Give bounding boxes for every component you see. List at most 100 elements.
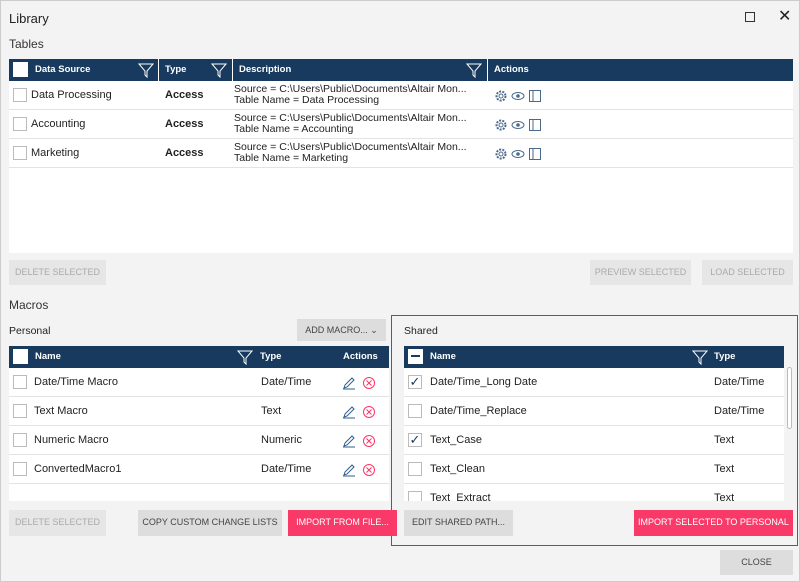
- macro-type: Date/Time: [714, 405, 765, 417]
- data-source-cell: Marketing: [31, 147, 80, 159]
- macro-name: Date/Time Macro: [34, 376, 118, 388]
- macro-type: Text: [714, 463, 735, 475]
- import-selected-to-personal-button[interactable]: IMPORT SELECTED TO PERSONAL: [634, 510, 793, 536]
- load-table-icon[interactable]: [528, 89, 542, 103]
- list-item[interactable]: Text Macro Text: [9, 397, 389, 426]
- settings-icon[interactable]: [494, 147, 508, 161]
- list-item[interactable]: Text_Extract Text: [404, 484, 784, 501]
- import-from-file-button[interactable]: IMPORT FROM FILE...: [288, 510, 397, 536]
- filter-icon[interactable]: [237, 349, 253, 365]
- table-row[interactable]: Data Processing Access Source = C:\Users…: [9, 81, 793, 110]
- list-item[interactable]: Date/Time_Replace Date/Time: [404, 397, 784, 426]
- macros-label: Macros: [9, 298, 49, 312]
- row-checkbox[interactable]: [408, 462, 422, 476]
- shared-grid: Name Type ✓ Date/Time_Long Date Date/Tim…: [404, 346, 784, 501]
- macro-name: Text_Case: [430, 434, 482, 446]
- row-checkbox[interactable]: [13, 88, 27, 102]
- load-table-icon[interactable]: [528, 147, 542, 161]
- macro-type: Text: [714, 434, 735, 446]
- description-cell: Source = C:\Users\Public\Documents\Altai…: [234, 110, 467, 139]
- type-cell: Access: [165, 89, 204, 101]
- add-macro-button[interactable]: ADD MACRO... ⌄: [297, 319, 386, 341]
- list-item[interactable]: ✓ Text_Case Text: [404, 426, 784, 455]
- col-actions: Actions: [343, 351, 378, 362]
- checked-checkbox[interactable]: ✓: [408, 433, 422, 447]
- row-checkbox[interactable]: [408, 404, 422, 418]
- macro-type: Numeric: [261, 434, 302, 446]
- window-title: Library: [9, 11, 49, 26]
- maximize-button[interactable]: [745, 12, 755, 22]
- col-actions: Actions: [494, 64, 529, 75]
- row-checkbox[interactable]: [13, 433, 27, 447]
- personal-header: Name Type Actions: [9, 346, 389, 368]
- col-name[interactable]: Name: [9, 346, 254, 368]
- delete-x-icon[interactable]: [362, 463, 376, 477]
- row-checkbox[interactable]: [13, 117, 27, 131]
- type-cell: Access: [165, 147, 204, 159]
- personal-grid: Name Type Actions Date/Time Macro Date/T…: [9, 346, 389, 501]
- list-item[interactable]: ConvertedMacro1 Date/Time: [9, 455, 389, 484]
- row-checkbox[interactable]: [13, 404, 27, 418]
- copy-custom-change-lists-button[interactable]: COPY CUSTOM CHANGE LISTS: [138, 510, 282, 536]
- col-description[interactable]: Description: [233, 59, 488, 81]
- edit-pencil-icon[interactable]: [342, 463, 356, 477]
- scrollbar[interactable]: [787, 367, 792, 429]
- load-table-icon[interactable]: [528, 118, 542, 132]
- delete-x-icon[interactable]: [362, 434, 376, 448]
- chevron-down-icon: ⌄: [370, 325, 378, 335]
- col-data-source[interactable]: Data Source: [9, 59, 159, 81]
- list-item[interactable]: Date/Time Macro Date/Time: [9, 368, 389, 397]
- macro-name: Text Macro: [34, 405, 88, 417]
- data-source-cell: Accounting: [31, 118, 86, 130]
- delete-x-icon[interactable]: [362, 405, 376, 419]
- tables-label: Tables: [9, 37, 44, 51]
- list-item[interactable]: Text_Clean Text: [404, 455, 784, 484]
- settings-icon[interactable]: [494, 89, 508, 103]
- filter-icon[interactable]: [466, 62, 482, 78]
- row-checkbox[interactable]: [408, 491, 422, 501]
- edit-pencil-icon[interactable]: [342, 376, 356, 390]
- delete-selected-tables-button[interactable]: DELETE SELECTED: [9, 260, 106, 285]
- delete-x-icon[interactable]: [362, 376, 376, 390]
- col-type[interactable]: Type: [708, 346, 784, 368]
- add-macro-label: ADD MACRO...: [305, 325, 368, 335]
- delete-selected-macros-button[interactable]: DELETE SELECTED: [9, 510, 106, 536]
- edit-pencil-icon[interactable]: [342, 434, 356, 448]
- table-name-text: Table Name = Data Processing: [234, 94, 380, 106]
- table-row[interactable]: Marketing Access Source = C:\Users\Publi…: [9, 139, 793, 168]
- list-item[interactable]: Numeric Macro Numeric: [9, 426, 389, 455]
- row-checkbox[interactable]: [13, 375, 27, 389]
- col-type[interactable]: Type: [254, 346, 331, 368]
- macro-type: Text: [261, 405, 282, 417]
- preview-eye-icon[interactable]: [511, 89, 525, 103]
- settings-icon[interactable]: [494, 118, 508, 132]
- tables-grid: Data Source Type Description Actions Dat…: [9, 59, 793, 253]
- load-selected-button[interactable]: LOAD SELECTED: [702, 260, 793, 285]
- personal-label: Personal: [9, 325, 51, 337]
- col-name[interactable]: Name: [404, 346, 714, 368]
- macro-type: Date/Time: [714, 376, 765, 388]
- shared-label: Shared: [404, 325, 438, 337]
- filter-icon[interactable]: [138, 62, 154, 78]
- row-checkbox[interactable]: [13, 462, 27, 476]
- filter-icon[interactable]: [692, 349, 708, 365]
- checked-checkbox[interactable]: ✓: [408, 375, 422, 389]
- macro-type: Date/Time: [261, 463, 312, 475]
- tables-header: Data Source Type Description Actions: [9, 59, 793, 81]
- row-checkbox[interactable]: [13, 146, 27, 160]
- shared-header: Name Type: [404, 346, 784, 368]
- macro-type: Text: [714, 492, 735, 501]
- macro-type: Date/Time: [261, 376, 312, 388]
- close-button[interactable]: CLOSE: [720, 550, 793, 575]
- filter-icon[interactable]: [211, 62, 227, 78]
- preview-selected-button[interactable]: PREVIEW SELECTED: [590, 260, 691, 285]
- table-row[interactable]: Accounting Access Source = C:\Users\Publ…: [9, 110, 793, 139]
- edit-shared-path-button[interactable]: EDIT SHARED PATH...: [404, 510, 513, 536]
- description-cell: Source = C:\Users\Public\Documents\Altai…: [234, 81, 467, 110]
- preview-eye-icon[interactable]: [511, 147, 525, 161]
- macro-name: Text_Extract: [430, 492, 491, 501]
- edit-pencil-icon[interactable]: [342, 405, 356, 419]
- close-icon[interactable]: ✕: [778, 6, 791, 26]
- preview-eye-icon[interactable]: [511, 118, 525, 132]
- list-item[interactable]: ✓ Date/Time_Long Date Date/Time: [404, 368, 784, 397]
